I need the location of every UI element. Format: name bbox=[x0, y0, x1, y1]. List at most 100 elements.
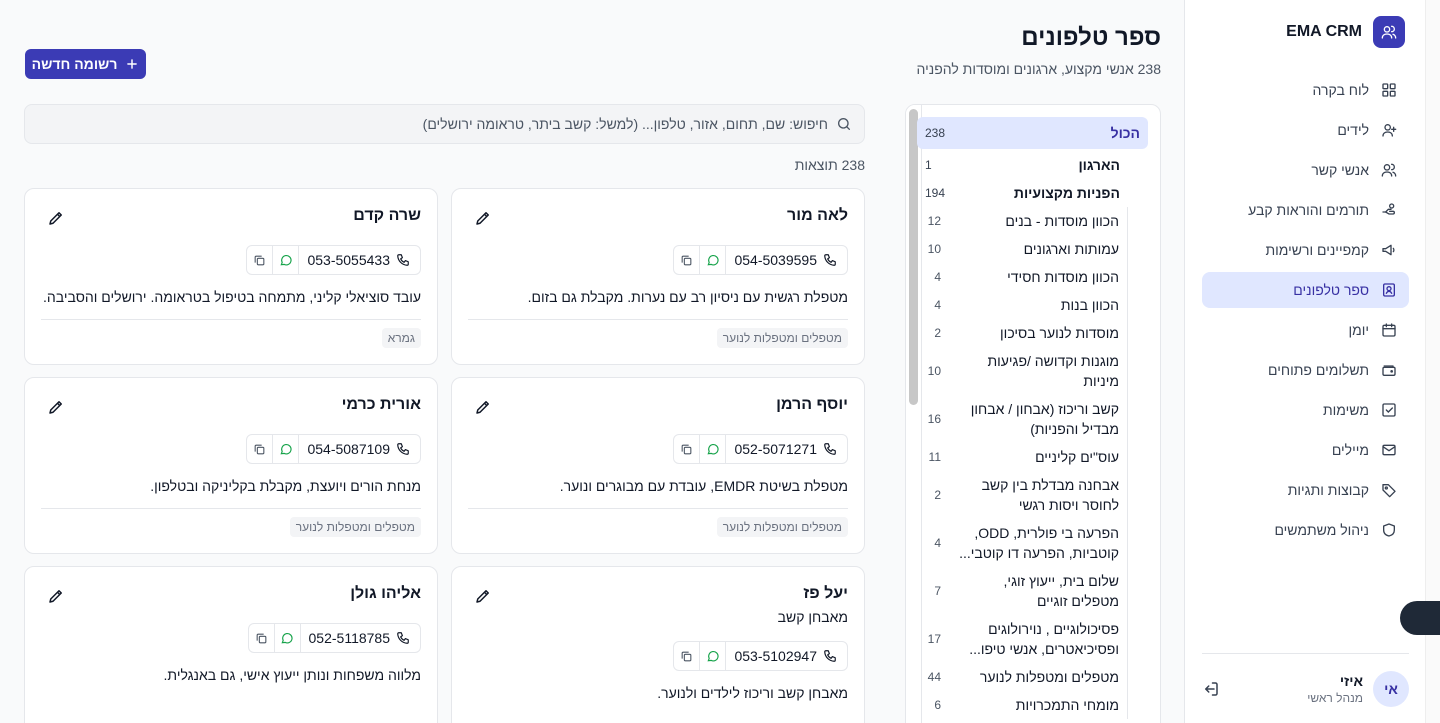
copy-button[interactable] bbox=[247, 246, 274, 274]
subcategory-count: 4 bbox=[934, 298, 941, 312]
phone-box: 053-5055433 bbox=[246, 245, 421, 275]
phone-call-button[interactable]: 053-5102947 bbox=[726, 642, 847, 670]
contact-name: יעל פז bbox=[803, 585, 848, 602]
contact-name: אורית כרמי bbox=[341, 396, 421, 413]
subcategory-item[interactable]: שלום בית, ייעוץ זוגי, מטפלים זוגיים 7 bbox=[917, 567, 1127, 615]
contact-role: מאבחן קשב bbox=[777, 609, 848, 625]
subcategory-item[interactable]: הכוון מוסדות חסידי 4 bbox=[917, 263, 1127, 291]
page-title: ספר טלפונים bbox=[1021, 24, 1161, 51]
nav-item-calendar[interactable]: יומן bbox=[1202, 312, 1409, 348]
phone-icon bbox=[397, 443, 409, 455]
whatsapp-icon bbox=[707, 444, 719, 455]
phone-call-button[interactable]: 052-5118785 bbox=[301, 624, 420, 652]
whatsapp-button[interactable] bbox=[700, 642, 727, 670]
subcategory-item[interactable]: אבחנה מבדלת בין קשב לחוסר ויסות רגשי 2 bbox=[917, 471, 1127, 519]
edit-icon[interactable] bbox=[474, 209, 492, 230]
category-organization[interactable]: הארגון 1 bbox=[917, 151, 1148, 179]
category-referrals[interactable]: הפניות מקצועיות 194 bbox=[917, 179, 1148, 207]
copy-button[interactable] bbox=[247, 435, 274, 463]
user-profile[interactable]: אי איזי מנהל ראשי bbox=[1202, 653, 1409, 723]
subcategory-label: הכוון מוסדות - בנים bbox=[1005, 213, 1119, 229]
subcategory-item[interactable]: קשב וריכוז (אבחון / אבחון מבדיל והפניות)… bbox=[917, 395, 1127, 443]
nav-item-payments[interactable]: תשלומים פתוחים bbox=[1202, 352, 1409, 388]
whatsapp-button[interactable] bbox=[700, 435, 727, 463]
subcategory-item[interactable]: מומחי התמכרויות 6 bbox=[917, 691, 1127, 719]
search-icon bbox=[838, 118, 850, 130]
phone-number: 053-5055433 bbox=[307, 252, 390, 268]
phone-box: 053-5102947 bbox=[673, 641, 848, 671]
subcategory-item[interactable]: הכוון מוסדות - בנים 12 bbox=[917, 207, 1127, 235]
calendar-icon bbox=[1382, 323, 1396, 337]
divider bbox=[41, 508, 421, 509]
edit-icon[interactable] bbox=[47, 587, 65, 608]
nav-label: ניהול משתמשים bbox=[1274, 522, 1369, 538]
edit-icon[interactable] bbox=[47, 209, 65, 230]
subcategory-count: 44 bbox=[927, 670, 941, 684]
nav-item-dashboard[interactable]: לוח בקרה bbox=[1202, 72, 1409, 108]
copy-button[interactable] bbox=[674, 642, 701, 670]
user-name: איזי bbox=[1339, 672, 1363, 689]
edit-icon[interactable] bbox=[474, 398, 492, 419]
contact-description: מלווה משפחות ונותן ייעוץ אישי, גם באנגלי… bbox=[163, 667, 421, 683]
nav-item-contacts[interactable]: אנשי קשר bbox=[1202, 152, 1409, 188]
category-label: הכול bbox=[1110, 125, 1140, 141]
edit-icon[interactable] bbox=[474, 587, 492, 608]
nav-item-emails[interactable]: מיילים bbox=[1202, 432, 1409, 468]
category-label: הפניות מקצועיות bbox=[1013, 185, 1120, 201]
phone-icon bbox=[397, 632, 409, 644]
copy-button[interactable] bbox=[674, 246, 701, 274]
logout-icon[interactable] bbox=[1202, 680, 1220, 701]
copy-icon bbox=[256, 633, 266, 643]
subcategory-item[interactable]: עמותות וארגונים 10 bbox=[917, 235, 1127, 263]
subcategory-item[interactable]: עוס"ים קליניים 11 bbox=[917, 443, 1127, 471]
edit-icon[interactable] bbox=[47, 398, 65, 419]
phone-call-button[interactable]: 054-5039595 bbox=[726, 246, 847, 274]
category-all[interactable]: הכול 238 bbox=[917, 117, 1148, 149]
contact-name: לאה מור bbox=[787, 207, 848, 224]
subcategory-item[interactable]: הפרעה בי פולרית, ODD, קוטביות, הפרעה דו … bbox=[917, 519, 1127, 567]
contact-description: מטפלת בשיטת EMDR, עובדת עם מבוגרים ונוער… bbox=[559, 478, 848, 494]
nav-item-tasks[interactable]: משימות bbox=[1202, 392, 1409, 428]
phone-icon bbox=[397, 254, 409, 266]
nav-item-tags[interactable]: קבוצות ותגיות bbox=[1202, 472, 1409, 508]
nav-item-donors[interactable]: תורמים והוראות קבע bbox=[1202, 192, 1409, 228]
whatsapp-button[interactable] bbox=[273, 435, 300, 463]
mail-icon bbox=[1382, 444, 1396, 456]
nav-item-leads[interactable]: לידים bbox=[1202, 112, 1409, 148]
new-record-button[interactable]: רשומה חדשה bbox=[25, 49, 146, 79]
contact-card: יוסף הרמן 052-5071271 מטפלת בשיטת EMDR, … bbox=[451, 377, 865, 554]
whatsapp-button[interactable] bbox=[275, 624, 301, 652]
category-count: 1 bbox=[925, 158, 932, 172]
search-input[interactable] bbox=[37, 116, 828, 132]
floating-action-button[interactable] bbox=[1400, 601, 1440, 635]
subcategory-item[interactable]: פסיכולוגיים , נוירולוגים ופסיכיאטרים, אנ… bbox=[917, 615, 1127, 663]
whatsapp-button[interactable] bbox=[273, 246, 300, 274]
whatsapp-button[interactable] bbox=[700, 246, 727, 274]
subcategory-item[interactable]: מוגנות וקדושה /פגיעות מיניות 10 bbox=[917, 347, 1127, 395]
divider bbox=[468, 319, 848, 320]
nav-item-campaigns[interactable]: קמפיינים ורשימות bbox=[1202, 232, 1409, 268]
phone-call-button[interactable]: 053-5055433 bbox=[299, 246, 420, 274]
brand[interactable]: EMA CRM bbox=[1286, 16, 1405, 48]
search-bar bbox=[24, 104, 865, 144]
divider bbox=[468, 508, 848, 509]
phone-call-button[interactable]: 052-5071271 bbox=[726, 435, 847, 463]
subcategory-item[interactable]: מוסדות לנוער בסיכון 2 bbox=[917, 319, 1127, 347]
phone-box: 052-5071271 bbox=[673, 434, 848, 464]
nav-label: משימות bbox=[1323, 402, 1369, 418]
copy-button[interactable] bbox=[674, 435, 701, 463]
phone-call-button[interactable]: 054-5087109 bbox=[299, 435, 420, 463]
nav-item-phonebook[interactable]: ספר טלפונים bbox=[1202, 272, 1409, 308]
contact-description: מאבחן קשב וריכוז לילדים ולנוער. bbox=[657, 685, 848, 701]
subcategory-list: הכוון מוסדות - בנים 12 עמותות וארגונים 10 … bbox=[917, 207, 1128, 719]
contact-description: מנחת הורים ויועצת, מקבלת בקליניקה ובטלפו… bbox=[150, 478, 421, 494]
subcategory-count: 11 bbox=[928, 450, 941, 464]
subcategory-item[interactable]: הכוון בנות 4 bbox=[917, 291, 1127, 319]
subcategory-item[interactable]: מטפלים ומטפלות לנוער 44 bbox=[917, 663, 1127, 691]
dashboard-icon bbox=[1382, 83, 1396, 97]
nav-item-users[interactable]: ניהול משתמשים bbox=[1202, 512, 1409, 548]
copy-icon bbox=[682, 444, 692, 454]
copy-button[interactable] bbox=[249, 624, 275, 652]
category-label: הארגון bbox=[1078, 157, 1120, 173]
copy-icon bbox=[255, 444, 265, 454]
